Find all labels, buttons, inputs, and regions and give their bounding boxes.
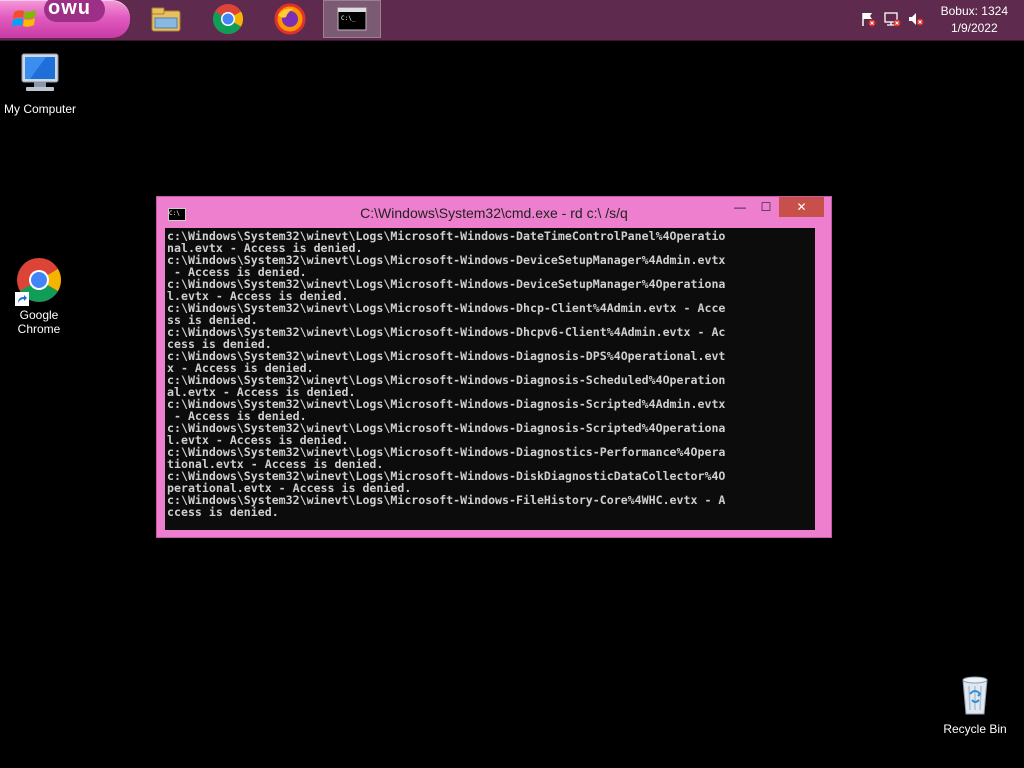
minimize-button[interactable]: — (727, 197, 753, 217)
taskbar-chrome[interactable] (200, 0, 256, 38)
file-explorer-icon (151, 7, 181, 32)
date-label: 1/9/2022 (950, 21, 998, 35)
taskbar-cmd[interactable]: C:\_ (323, 0, 381, 38)
cmd-icon: C:\_ (337, 7, 367, 31)
action-center-flag-icon[interactable] (858, 9, 878, 29)
cmd-window: C:\ C:\Windows\System32\cmd.exe - rd c:\… (156, 196, 832, 538)
user-label: Bobux: 1324 (940, 4, 1008, 18)
close-button[interactable]: ✕ (779, 197, 824, 217)
taskbar-firefox[interactable] (262, 0, 318, 38)
network-icon[interactable] (882, 9, 902, 29)
clock[interactable]: Bobux: 1324 1/9/2022 (941, 3, 1008, 37)
console-line: ccess is denied. (167, 505, 279, 519)
console-area[interactable]: c:\Windows\System32\winevt\Logs\Microsof… (165, 228, 815, 530)
start-button[interactable]: owu (0, 0, 130, 38)
chrome-label-line1: Google (19, 308, 59, 322)
taskbar-file-explorer[interactable] (138, 0, 194, 38)
svg-text:C:\_: C:\_ (341, 15, 356, 22)
desktop: owu C:\_ Bobux: 1324 1/9/2022 My Compute… (0, 0, 1024, 768)
desktop-icon-my-computer[interactable]: My Computer (0, 50, 80, 116)
taskbar: owu C:\_ Bobux: 1324 1/9/2022 (0, 0, 1024, 41)
shortcut-arrow-icon (15, 292, 29, 306)
console-output: c:\Windows\System32\winevt\Logs\Microsof… (167, 230, 807, 518)
recycle-bin-icon (962, 676, 988, 715)
console-line: c:\Windows\System32\winevt\Logs\Microsof… (167, 301, 726, 315)
close-icon: ✕ (796, 200, 807, 214)
start-label: owu (44, 0, 105, 22)
desktop-icon-recycle-bin[interactable]: Recycle Bin (935, 670, 1015, 736)
maximize-button[interactable]: ☐ (753, 197, 779, 217)
desktop-icon-google-chrome[interactable]: Google Chrome (0, 256, 79, 336)
computer-icon (21, 53, 59, 91)
my-computer-label: My Computer (3, 102, 77, 116)
firefox-icon (274, 3, 306, 35)
window-titlebar[interactable]: C:\ C:\Windows\System32\cmd.exe - rd c:\… (157, 197, 831, 228)
recycle-bin-label: Recycle Bin (943, 722, 1007, 736)
windows-logo-icon (12, 10, 36, 27)
system-tray (858, 0, 930, 38)
minimize-icon: — (734, 200, 746, 214)
maximize-icon: ☐ (760, 200, 772, 214)
chrome-icon (212, 4, 244, 35)
chrome-label-line2: Chrome (17, 322, 61, 336)
speaker-muted-icon[interactable] (906, 9, 926, 29)
